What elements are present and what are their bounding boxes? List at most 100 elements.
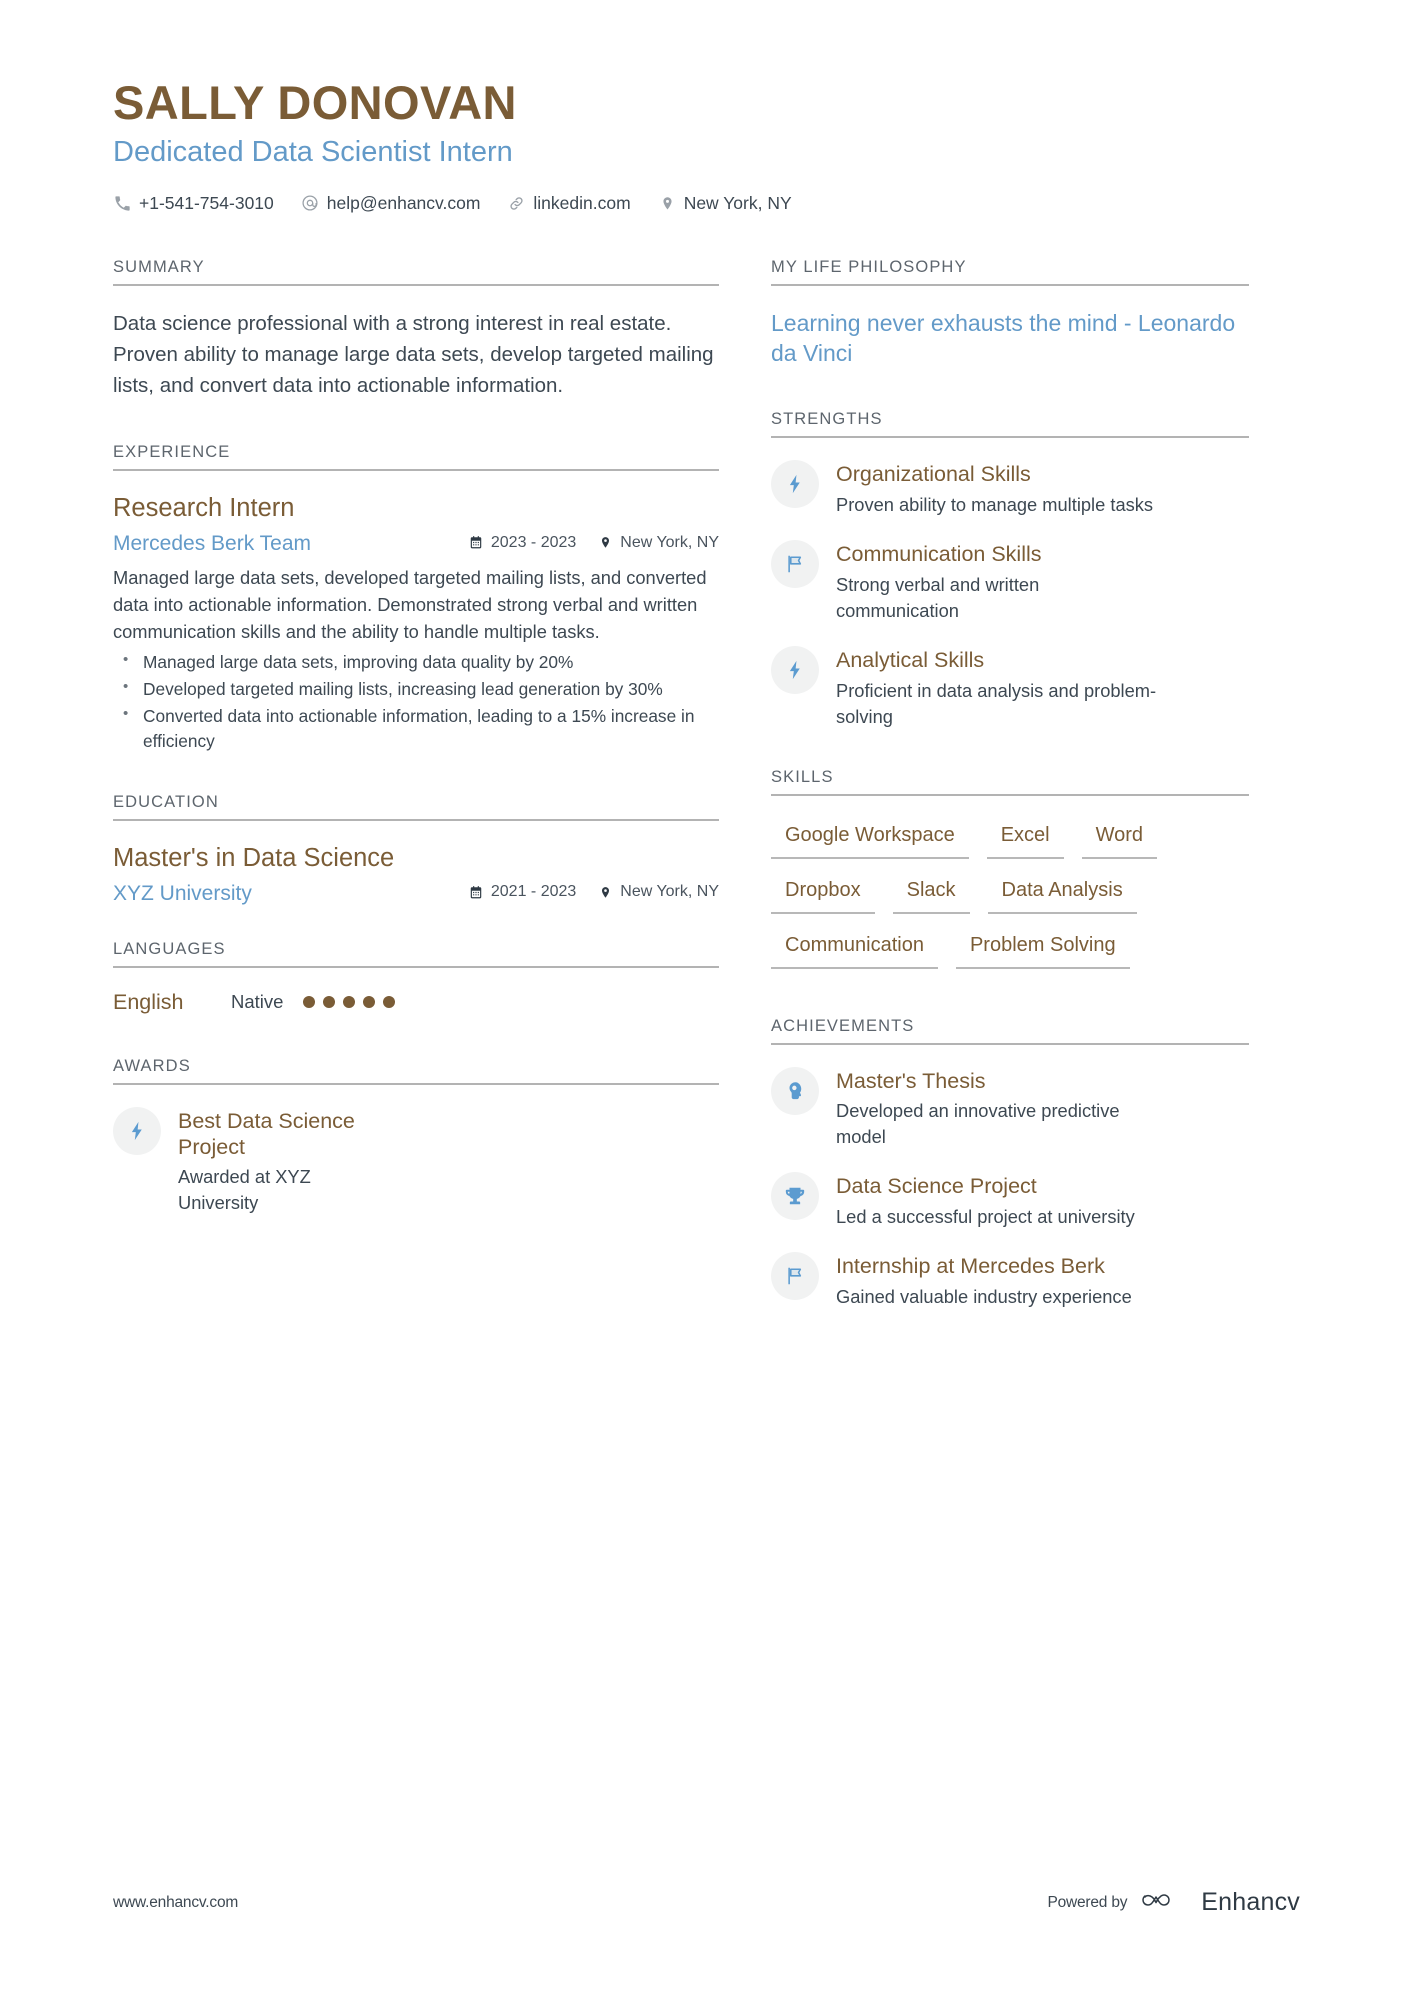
contact-email[interactable]: help@enhancv.com	[301, 192, 481, 214]
email-icon	[301, 194, 320, 213]
section-philosophy: MY LIFE PHILOSOPHY Learning never exhaus…	[771, 258, 1249, 369]
resume-body: SUMMARY Data science professional with a…	[113, 258, 1300, 1332]
strength-item: Organizational Skills Proven ability to …	[771, 460, 1249, 518]
contact-email-text: help@enhancv.com	[326, 192, 481, 213]
achievement-item: Data Science Project Led a successful pr…	[771, 1172, 1249, 1230]
experience-date: 2023 - 2023	[469, 534, 576, 552]
calendar-icon	[469, 884, 484, 900]
strength-description: Proven ability to manage multiple tasks	[836, 494, 1154, 516]
experience-entry: Research Intern Mercedes Berk Team 2023	[113, 493, 719, 755]
achievement-title: Data Science Project	[836, 1174, 1037, 1199]
section-heading-summary: SUMMARY	[113, 258, 719, 286]
strength-description: Strong verbal and written communication	[836, 573, 1040, 621]
enhancv-logo-icon	[1141, 1890, 1187, 1916]
section-heading-strengths: STRENGTHS	[771, 410, 1249, 439]
experience-bullet: Converted data into actionable informati…	[113, 703, 719, 755]
section-strengths: STRENGTHS Organizational Skills Proven a…	[771, 410, 1249, 729]
skill-chip: Excel	[986, 818, 1064, 859]
section-heading-philosophy: MY LIFE PHILOSOPHY	[771, 258, 1249, 286]
resume-header: SALLY DONOVAN Dedicated Data Scientist I…	[113, 78, 1300, 214]
education-date-text: 2021 - 2023	[490, 883, 577, 901]
rating-dot-filled	[343, 996, 356, 1009]
head-idea-icon	[771, 1066, 819, 1115]
enhancv-brand-name: Enhancv	[1201, 1888, 1300, 1916]
experience-job-title: Research Intern	[113, 494, 295, 523]
lightning-bolt-icon	[113, 1106, 161, 1155]
lightning-bolt-icon	[771, 460, 819, 509]
contact-phone[interactable]: +1-541-754-3010	[113, 193, 274, 214]
language-item: English Native	[113, 990, 719, 1015]
education-entry: Master's in Data Science XYZ University	[113, 843, 719, 906]
award-title: Best Data Science Project	[178, 1108, 355, 1159]
experience-bullet: Developed targeted mailing lists, increa…	[113, 676, 719, 703]
education-date: 2021 - 2023	[469, 883, 576, 901]
job-subtitle: Dedicated Data Scientist Intern	[113, 136, 513, 169]
rating-dot-filled	[363, 996, 376, 1009]
lightning-bolt-icon	[771, 645, 819, 694]
award-description: Awarded at XYZ University	[178, 1166, 311, 1214]
rating-dot-filled	[303, 996, 316, 1009]
location-pin-icon	[598, 535, 613, 551]
education-meta: 2021 - 2023 New York, NY	[469, 883, 719, 901]
achievement-title: Master's Thesis	[836, 1068, 986, 1093]
section-heading-achievements: ACHIEVEMENTS	[771, 1017, 1249, 1045]
education-subline: XYZ University 2021 - 2023 New York, NY	[113, 881, 719, 906]
section-heading-skills: SKILLS	[771, 768, 1249, 796]
trophy-icon	[771, 1172, 819, 1221]
section-heading-awards: AWARDS	[113, 1057, 719, 1085]
location-pin-icon	[598, 884, 613, 900]
experience-description: Managed large data sets, developed targe…	[113, 567, 707, 642]
experience-meta: 2023 - 2023 New York, NY	[469, 534, 719, 552]
education-school: XYZ University	[113, 881, 252, 905]
experience-company: Mercedes Berk Team	[113, 532, 312, 556]
section-achievements: ACHIEVEMENTS Master's Thesis Developed a…	[771, 1017, 1249, 1310]
experience-bullet: Managed large data sets, improving data …	[113, 649, 719, 676]
strength-title: Analytical Skills	[836, 647, 985, 672]
achievement-description: Gained valuable industry experience	[836, 1285, 1132, 1307]
rating-dot-filled	[383, 996, 396, 1009]
contact-phone-text: +1-541-754-3010	[139, 192, 274, 213]
award-item: Best Data Science Project Awarded at XYZ…	[113, 1106, 719, 1217]
section-awards: AWARDS Best Data Science Project Awarded…	[113, 1057, 719, 1217]
section-experience: EXPERIENCE Research Intern Mercedes Berk…	[113, 443, 719, 755]
rating-dot-filled	[323, 996, 336, 1009]
contact-row: +1-541-754-3010 help@enhancv.com linkedi…	[113, 193, 1300, 214]
right-column: MY LIFE PHILOSOPHY Learning never exhaus…	[771, 258, 1249, 1332]
strength-item: Analytical Skills Proficient in data ana…	[771, 645, 1249, 730]
contact-location-text: New York, NY	[683, 192, 792, 213]
skills-chip-list: Google Workspace Excel Word Dropbox Slac…	[771, 818, 1249, 983]
education-degree: Master's in Data Science	[113, 843, 395, 872]
calendar-icon	[469, 535, 484, 551]
strength-item: Communication Skills Strong verbal and w…	[771, 540, 1249, 624]
skill-chip: Slack	[892, 873, 970, 914]
achievement-item: Internship at Mercedes Berk Gained valua…	[771, 1252, 1249, 1310]
experience-subline: Mercedes Berk Team 2023 - 2023 New York,…	[113, 531, 719, 556]
contact-linkedin[interactable]: linkedin.com	[507, 192, 631, 214]
section-education: EDUCATION Master's in Data Science XYZ U…	[113, 793, 719, 906]
skill-chip: Word	[1081, 818, 1158, 859]
skill-chip: Communication	[771, 928, 938, 969]
footer-website-url[interactable]: www.enhancv.com	[113, 1894, 238, 1912]
contact-linkedin-text: linkedin.com	[533, 192, 631, 213]
philosophy-quote: Learning never exhausts the mind - Leona…	[771, 309, 1236, 367]
section-languages: LANGUAGES English Native	[113, 940, 719, 1015]
experience-bullets: Managed large data sets, improving data …	[113, 649, 719, 755]
strength-title: Organizational Skills	[836, 462, 1031, 487]
achievement-item: Master's Thesis Developed an innovative …	[771, 1066, 1249, 1151]
language-level: Native	[231, 991, 284, 1013]
page-title: SALLY DONOVAN	[113, 76, 517, 129]
language-rating	[303, 996, 396, 1009]
location-pin-icon	[658, 194, 677, 213]
skill-chip: Data Analysis	[987, 873, 1137, 914]
flag-icon	[771, 540, 819, 589]
left-column: SUMMARY Data science professional with a…	[113, 258, 771, 1239]
skill-chip: Problem Solving	[955, 928, 1130, 969]
link-icon	[507, 194, 526, 213]
strength-title: Communication Skills	[836, 542, 1042, 567]
contact-location: New York, NY	[658, 193, 792, 214]
education-location: New York, NY	[598, 883, 719, 901]
skill-chip: Dropbox	[771, 873, 875, 914]
language-name: English	[113, 989, 184, 1014]
summary-text: Data science professional with a strong …	[113, 311, 714, 397]
resume-page: SALLY DONOVAN Dedicated Data Scientist I…	[0, 0, 1410, 1995]
